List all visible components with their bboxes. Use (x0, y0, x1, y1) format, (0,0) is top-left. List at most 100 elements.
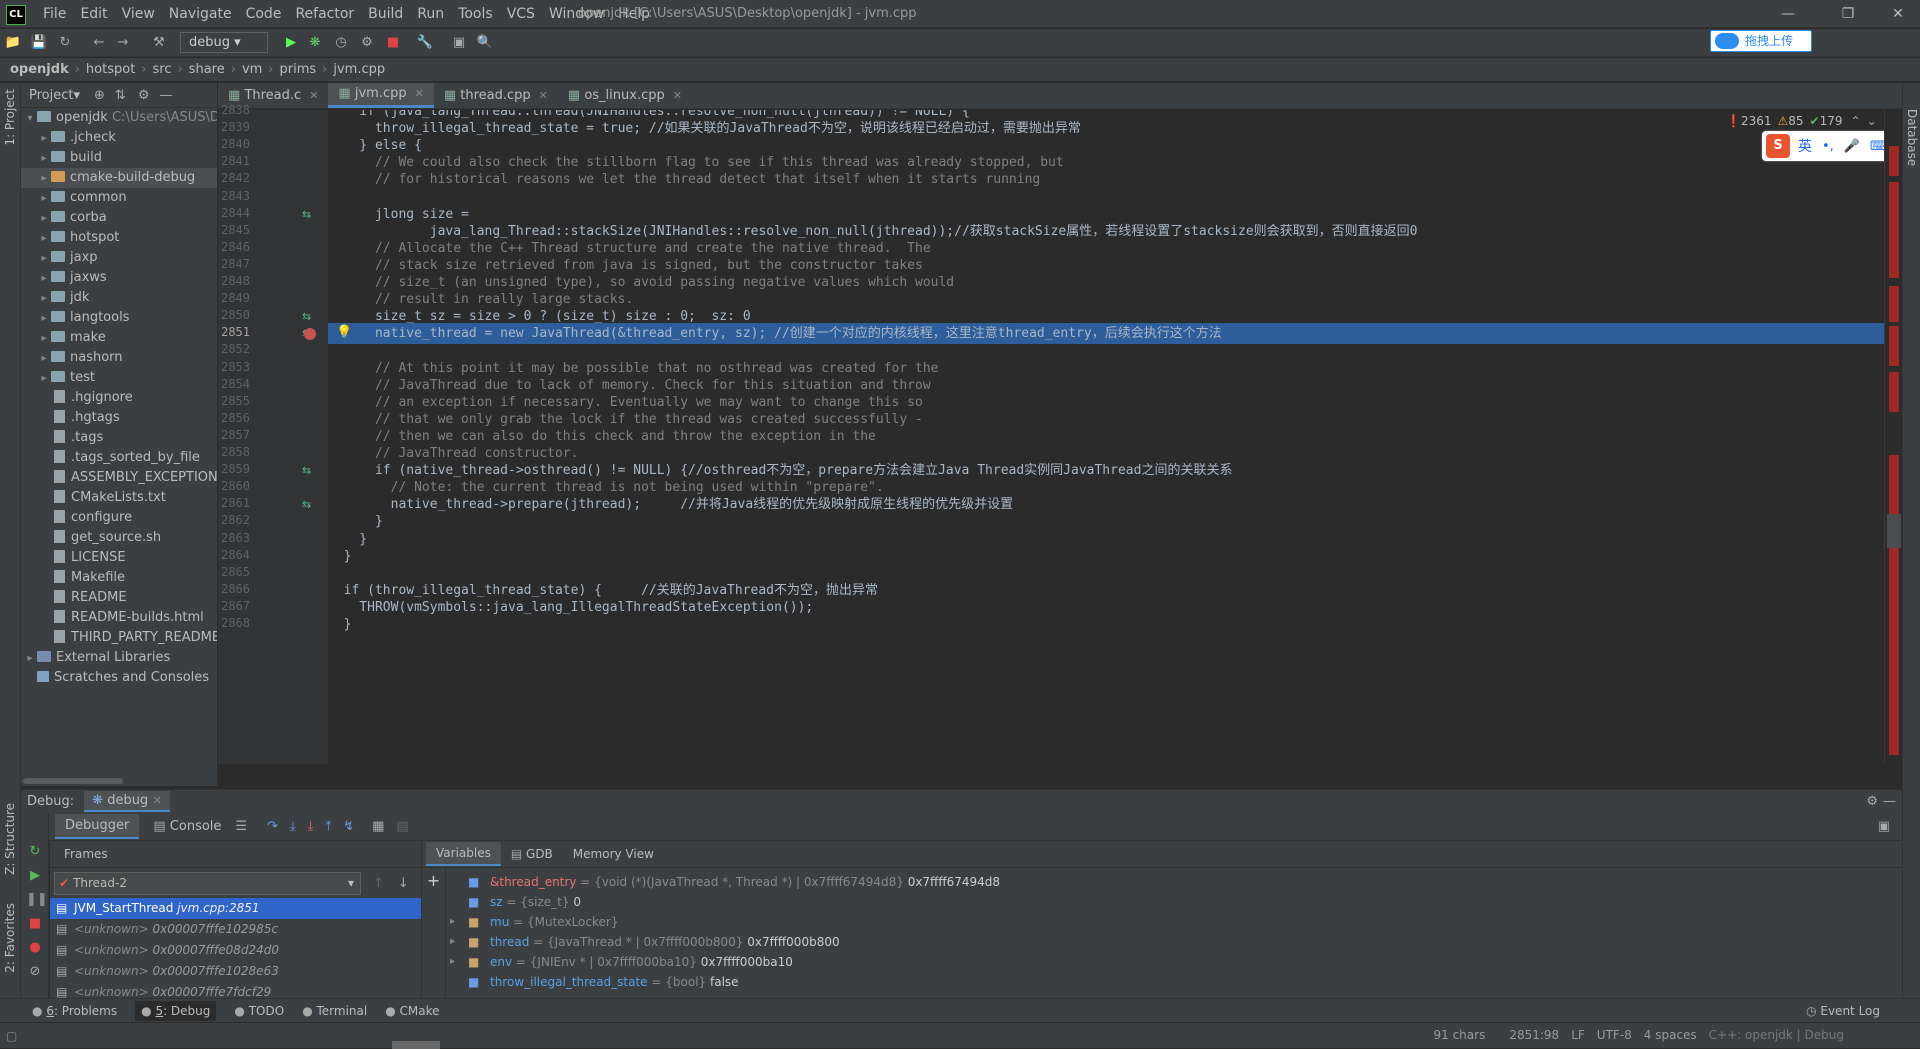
open-folder-icon[interactable]: 📁 (4, 34, 22, 52)
run-to-cursor-icon[interactable]: ↯ (343, 819, 354, 834)
tree-item[interactable]: CMakeLists.txt (21, 488, 217, 508)
profile-icon[interactable]: ◷ (332, 34, 350, 52)
variable-row[interactable]: ■ throw_illegal_thread_state = {bool} fal… (422, 972, 1902, 992)
favorites-side-tab[interactable]: 2: Favorites (3, 903, 17, 973)
restore-icon[interactable]: ❐ (1838, 4, 1858, 24)
breadcrumb-item[interactable]: openjdk (10, 62, 69, 77)
status-position[interactable]: 2851:98 (1509, 1028, 1559, 1042)
expand-arrow-icon[interactable]: ▸ (450, 952, 455, 972)
code-editor[interactable]: if (java_lang_Thread::thread(JNIHandles:… (328, 110, 1884, 764)
horizontal-scrollbar[interactable] (23, 778, 123, 784)
tree-item[interactable]: ▸ build (21, 148, 217, 168)
step-over-icon[interactable]: ↷ (267, 819, 278, 834)
breadcrumb-item[interactable]: hotspot (86, 62, 135, 77)
expand-arrow-icon[interactable]: ▸ (37, 249, 51, 268)
tree-item[interactable]: ▸ test (21, 368, 217, 388)
back-icon[interactable]: ← (90, 34, 108, 52)
tree-item[interactable]: ▸ langtools (21, 308, 217, 328)
variable-row[interactable]: ▸ ■ thread = {JavaThread * | 0x7ffff000b80… (422, 932, 1902, 952)
stack-frame[interactable]: ▤ <unknown> 0x00007fffe08d24d0 (50, 940, 421, 961)
tree-item[interactable]: ▸ hotspot (21, 228, 217, 248)
ime-mode[interactable]: 英 (1798, 136, 1812, 156)
menu-item-build[interactable]: Build (361, 6, 410, 22)
breadcrumb-item[interactable]: vm (242, 62, 262, 77)
stop-icon[interactable]: ■ (26, 915, 44, 933)
expand-arrow-icon[interactable]: ▸ (37, 129, 51, 148)
project-side-tab[interactable]: 1: Project (3, 89, 17, 146)
expand-arrow-icon[interactable]: ▸ (37, 349, 51, 368)
upload-button[interactable]: 拖拽上传 (1710, 30, 1812, 52)
variable-row[interactable]: ▸ ■ mu = {MutexLocker} (422, 912, 1902, 932)
scroll-thumb[interactable] (1887, 514, 1901, 548)
expand-arrow-icon[interactable]: ▸ (37, 189, 51, 208)
status-line-separator[interactable]: LF (1571, 1028, 1585, 1042)
step-into-icon[interactable]: ⤓ (290, 819, 296, 834)
status-indent[interactable]: 4 spaces (1644, 1028, 1697, 1042)
tab-debugger[interactable]: Debugger (55, 814, 140, 839)
menu-item-run[interactable]: Run (410, 6, 451, 22)
vcs-change-icon[interactable]: ⇆ (302, 464, 311, 477)
tree-item[interactable]: ASSEMBLY_EXCEPTION (21, 468, 217, 488)
microphone-icon[interactable]: 🎤 (1844, 139, 1860, 154)
build-hammer-icon[interactable]: ⚒ (150, 34, 168, 52)
stack-frame[interactable]: ▤ JVM_StartThread jvm.cpp:2851 (50, 898, 421, 919)
event-log-button[interactable]: ◷ Event Log (1806, 1004, 1880, 1018)
menu-item-refactor[interactable]: Refactor (288, 6, 361, 22)
menu-item-tools[interactable]: Tools (451, 6, 500, 22)
tree-external-libraries[interactable]: ▸ External Libraries (21, 648, 217, 668)
thread-select[interactable]: ✔ Thread-2 ▾ (54, 871, 361, 895)
close-icon[interactable]: ✕ (415, 87, 424, 100)
sync-icon[interactable]: ↻ (56, 34, 74, 52)
tree-item[interactable]: Makefile (21, 568, 217, 588)
search-icon[interactable]: 🔍 (476, 34, 494, 52)
tree-root[interactable]: ▾openjdk C:\Users\ASUS\Desktop\openjdk (21, 108, 217, 128)
tree-item[interactable]: README-builds.html (21, 608, 217, 628)
close-icon[interactable]: ✕ (1888, 4, 1908, 24)
resume-icon[interactable]: ▶ (26, 867, 44, 885)
tree-item[interactable]: .hgignore (21, 388, 217, 408)
lightbulb-icon[interactable]: 💡 (336, 325, 352, 340)
variable-row[interactable]: ▸ ■ env = {JNIEnv * | 0x7ffff000ba10} 0x7f… (422, 952, 1902, 972)
settings-gear-icon[interactable]: ⚙ (138, 88, 150, 103)
expand-arrow-icon[interactable]: ▸ (37, 229, 51, 248)
attach-icon[interactable]: ⚙ (358, 34, 376, 52)
tree-item[interactable]: .hgtags (21, 408, 217, 428)
menu-item-view[interactable]: View (115, 6, 162, 22)
punctuation-icon[interactable]: •, (1822, 139, 1834, 154)
expand-arrow-icon[interactable]: ▸ (37, 209, 51, 228)
evaluate-icon[interactable]: ▦ (372, 819, 384, 834)
structure-side-tab[interactable]: Z: Structure (3, 803, 17, 875)
editor-tab[interactable]: ▦ thread.cpp ✕ (434, 83, 558, 108)
vcs-change-icon[interactable]: ⇆ (302, 498, 311, 511)
menu-item-vcs[interactable]: VCS (500, 6, 542, 22)
run-icon[interactable]: ▶ (282, 34, 300, 52)
tab-variables[interactable]: Variables (426, 842, 501, 866)
database-side-tab[interactable]: Database (1905, 109, 1919, 166)
mute-breakpoints-icon[interactable]: ⊘ (26, 963, 44, 981)
forward-icon[interactable]: → (114, 34, 132, 52)
tree-item[interactable]: THIRD_PARTY_README (21, 628, 217, 648)
breakpoint-icon[interactable] (304, 328, 316, 341)
locate-icon[interactable]: ⊕ (94, 88, 105, 103)
tree-item[interactable]: .tags_sorted_by_file (21, 448, 217, 468)
tool-window-button[interactable]: ● 5: Debug (135, 1000, 217, 1021)
tree-item[interactable]: ▸ cmake-build-debug (21, 168, 217, 188)
pause-icon[interactable]: ❚❚ (26, 891, 48, 909)
close-icon[interactable]: ✕ (309, 89, 318, 102)
expand-arrow-icon[interactable]: ▸ (450, 912, 455, 932)
view-breakpoints-icon[interactable]: ● (26, 939, 44, 957)
stop-icon[interactable]: ■ (384, 34, 402, 52)
tree-item[interactable]: ▸ jaxp (21, 248, 217, 268)
tree-item[interactable]: configure (21, 508, 217, 528)
editor-gutter[interactable]: 2838 2839 2840 2841 2842 2843 2844 2845 2846 2847… (218, 103, 328, 764)
stack-frame[interactable]: ▤ <unknown> 0x00007fffe102985c (50, 919, 421, 940)
menu-item-edit[interactable]: Edit (73, 6, 114, 22)
tool-window-button[interactable]: ● 6: Problems (32, 1004, 117, 1018)
breadcrumb-item[interactable]: jvm.cpp (333, 62, 385, 77)
tree-item[interactable]: ▸ jdk (21, 288, 217, 308)
minimize-icon[interactable]: — (1778, 4, 1798, 24)
hide-panel-icon[interactable]: — (1883, 794, 1896, 809)
tab-console[interactable]: ▤ Console (147, 815, 227, 838)
force-step-into-icon[interactable]: ⤓ (308, 819, 314, 834)
close-icon[interactable]: ✕ (152, 794, 161, 807)
